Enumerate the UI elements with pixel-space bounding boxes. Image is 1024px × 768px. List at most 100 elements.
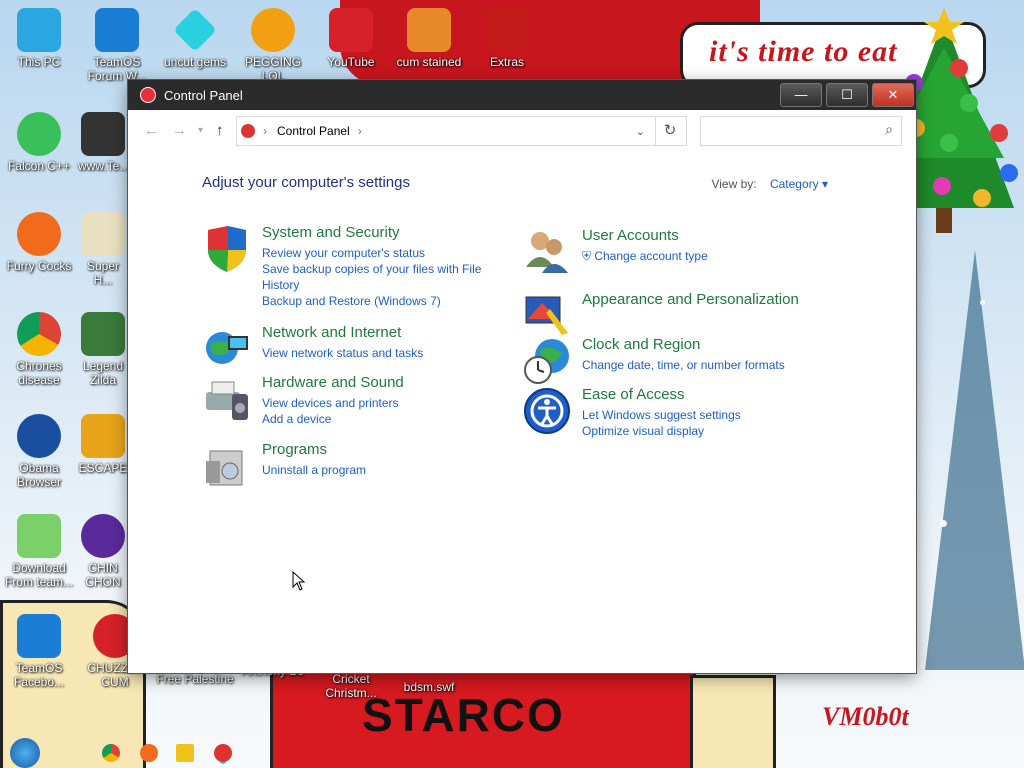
start-button-icon[interactable] [10,738,40,768]
desktop-icon-teamos-facebook[interactable]: TeamOS Facebo... [0,614,78,689]
category-link[interactable]: Optimize visual display [582,423,741,439]
firefox-icon [17,212,61,256]
back-arrow-icon[interactable]: ← [144,122,159,139]
control-panel-icon [140,87,156,103]
category-title[interactable]: Clock and Region [582,336,785,353]
desktop-icon-chin-chon[interactable]: CHIN CHON [78,514,128,589]
category-link[interactable]: View network status and tasks [262,345,423,361]
category-user-accounts: User Accounts ⛨ Change account type [522,227,708,277]
desktop-icon-label: uncut gems [163,55,227,69]
category-link[interactable]: Uninstall a program [262,462,366,478]
category-title[interactable]: System and Security [262,224,502,241]
desktop-icon-label: www.Te... [78,159,130,173]
book-icon [485,8,529,52]
game-icon [81,212,125,256]
category-link[interactable]: Let Windows suggest settings [582,407,741,423]
desktop-icon-label: cum stained [396,55,462,69]
desktop-icon-uncut-gems[interactable]: uncut gems [156,8,234,69]
desktop-icon-label: PEGGING LOL [244,55,301,83]
close-button[interactable]: ✕ [872,83,914,107]
desktop-icon-label: Cricket Christm... [325,672,377,700]
desktop-icon-label: ESCAPE [78,461,128,475]
desktop-icon-label: Extras [489,55,524,69]
title-bar[interactable]: Control Panel — ☐ ✕ [128,80,916,110]
chrome-taskbar-icon[interactable] [102,744,120,762]
desktop-icon-teamos-forum[interactable]: TeamOS Forum W... [78,8,156,83]
mouse-cursor-icon [292,571,306,591]
desktop-icon-label: YouTube [327,55,375,69]
address-bar[interactable]: › Control Panel › ⌄ [236,116,656,146]
control-panel-path-icon [241,124,255,138]
category-link[interactable]: Backup and Restore (Windows 7) [262,293,502,309]
desktop-icon-cum-stained[interactable]: cum stained [390,8,468,69]
desktop-icon-falcon[interactable]: Falcon C++ [0,112,78,173]
obama-logo-icon [17,414,61,458]
category-link[interactable]: Change date, time, or number formats [582,357,785,373]
category-title[interactable]: Programs [262,441,366,458]
desktop-icon-obama-browser[interactable]: Obama Browser [0,414,78,489]
wallpaper-banner-text: STARCO [362,689,565,741]
file-explorer-taskbar-icon[interactable] [176,744,194,762]
desktop-icon-label: Furry Cocks [6,259,72,273]
category-title[interactable]: Hardware and Sound [262,374,404,391]
desktop-icon-youtube[interactable]: YouTube [312,8,390,69]
breadcrumb-separator: › [357,124,362,138]
minimize-button[interactable]: — [780,83,822,107]
refresh-button[interactable]: ↻ [654,116,687,146]
view-by: View by: Category ▾ [711,177,828,191]
desktop-icon-furry[interactable]: Furry Cocks [0,212,78,273]
category-link[interactable]: Add a device [262,411,404,427]
uac-shield-icon: ⛨ [582,249,595,263]
category-link[interactable]: ⛨ Change account type [582,248,708,264]
category-link[interactable]: Review your computer's status [262,245,502,261]
category-appearance: Appearance and Personalization [522,289,799,339]
maximize-button[interactable]: ☐ [826,83,868,107]
desktop-icon-pegging[interactable]: PEGGING LOL [234,8,312,83]
desktop-icon-escape[interactable]: ESCAPE [78,414,128,475]
desktop-icon-chrones[interactable]: Chrones disease [0,312,78,387]
desktop-icon-super[interactable]: Super H... [78,212,128,287]
desktop-icon-cricket[interactable]: Cricket Christm... [312,672,390,700]
desktop-icon-this-pc[interactable]: This PC [0,8,78,69]
desktop-icon-label: TeamOS Forum W... [87,55,147,83]
shortcut-icon [81,112,125,156]
recent-locations-icon[interactable]: ▾ [198,125,203,136]
snowflake [980,300,985,305]
search-input[interactable]: ⌕ [700,116,902,146]
printer-icon [206,381,248,420]
snowflake [940,520,947,527]
desktop-icon-bdsm[interactable]: bdsm.swf [390,680,468,694]
control-panel-taskbar-icon[interactable] [214,744,232,762]
wallpaper-signature: VM0b0t [822,702,909,731]
address-dropdown-icon[interactable]: ⌄ [636,125,645,138]
angry-bird-icon [329,8,373,52]
breadcrumb-control-panel[interactable]: Control Panel [277,124,350,138]
desktop-icon-palestine[interactable]: Free Palestine [156,672,234,686]
category-title[interactable]: Network and Internet [262,324,423,341]
wallpaper-pine-tree [925,250,1024,670]
category-title[interactable]: User Accounts [582,227,708,244]
notepad-icon [17,514,61,558]
desktop-icon-legend-zilda[interactable]: Legend Zilda [78,312,128,387]
programs-box-icon [206,450,243,486]
view-by-dropdown[interactable]: Category ▾ [770,177,828,191]
category-title[interactable]: Appearance and Personalization [582,291,799,308]
forward-arrow-icon[interactable]: → [172,122,187,139]
ball-icon [81,514,125,558]
game-icon [81,414,125,458]
game-character-icon [81,312,125,356]
desktop-icon-www[interactable]: www.Te... [78,112,130,173]
desktop-icon-download[interactable]: Download From team... [0,514,78,589]
category-link[interactable]: Save backup copies of your files with Fi… [262,261,502,293]
ease-of-access-icon [524,388,570,434]
category-link[interactable]: View devices and printers [262,395,404,411]
view-by-label: View by: [711,177,757,191]
desktop-icon-extras[interactable]: Extras [468,8,546,69]
clock-globe-icon [524,339,569,384]
category-title[interactable]: Ease of Access [582,386,741,403]
shield-icon [208,226,246,272]
firefox-taskbar-icon[interactable] [140,744,158,762]
up-arrow-icon[interactable]: ↑ [216,122,224,139]
category-programs: Programs Uninstall a program [202,441,366,491]
category-system-security: System and Security Review your computer… [202,224,502,309]
